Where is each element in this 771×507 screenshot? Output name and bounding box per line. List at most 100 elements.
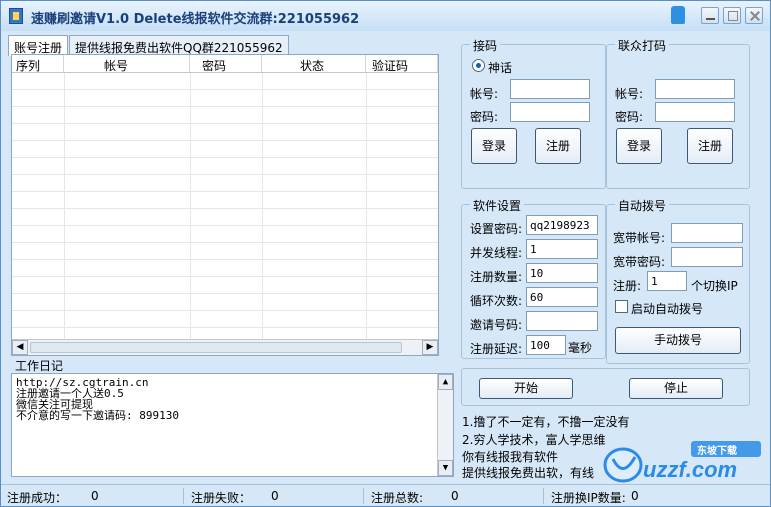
tab-qq-group[interactable]: 提供线报免费出软件QQ群221055962 [69,35,289,55]
shenhua-radio[interactable] [472,59,485,72]
note-line: 你有线报我有软件 [462,450,559,464]
table-row[interactable] [12,73,438,90]
table-row[interactable] [12,124,438,141]
close-button[interactable] [745,7,763,24]
password-label: 密码: [470,110,499,124]
success-value: 0 [91,489,99,503]
account-table[interactable]: 序列 帐号 密码 状态 验证码 ◀ ▶ [11,54,439,356]
sms-register-button[interactable]: 注册 [535,128,581,164]
scroll-right-icon[interactable]: ▶ [422,340,438,355]
table-row[interactable] [12,141,438,158]
threads-input[interactable]: 1 [526,239,598,259]
delay-input[interactable]: 100 [526,335,566,355]
invite-code-input[interactable] [526,311,598,331]
table-row[interactable] [12,260,438,277]
actions-group: 开始 停止 [461,368,750,406]
column-header-status[interactable]: 状态 [262,55,366,73]
table-row[interactable] [12,107,438,124]
scrollbar-thumb[interactable] [30,342,402,353]
work-log[interactable]: http://sz.cgtrain.cn 注册邀请一个人送0.5 微信关注可提现… [11,373,454,477]
invite-code-label: 邀请号码: [470,318,523,332]
radio-label: 神话 [488,61,513,75]
auto-dial-checkbox[interactable] [615,300,628,313]
auto-dialup-group: 自动拨号 宽带帐号: 宽带密码: 注册: 1 个切换IP 启动自动拨号 手动拨号 [606,197,750,364]
column-divider [366,73,367,339]
software-settings-group: 软件设置 设置密码: qq2198923 并发线程: 1 注册数量: 10 循环… [461,197,606,359]
scroll-down-icon[interactable]: ▼ [438,460,453,476]
register-per-label: 注册: [613,279,642,293]
fail-label: 注册失败： [191,491,252,505]
captcha-login-button[interactable]: 登录 [616,128,662,164]
group-title: 自动拨号 [615,197,670,214]
main-window: 速赚刷邀请V1.0 Delete线报软件交流群:221055962 账号注册 提… [0,0,771,507]
column-header-captcha[interactable]: 验证码 [366,55,438,73]
switch-ip-label: 注册换IP数量: [551,491,626,505]
table-row[interactable] [12,243,438,260]
column-divider [262,73,263,339]
vertical-scrollbar[interactable]: ▲ ▼ [437,374,453,476]
register-count-input[interactable]: 10 [526,263,598,283]
app-icon [9,8,23,24]
sms-password-input[interactable] [510,102,590,122]
captcha-account-input[interactable] [655,79,735,99]
table-row[interactable] [12,311,438,328]
stop-button[interactable]: 停止 [629,378,723,399]
scroll-left-icon[interactable]: ◀ [12,340,28,355]
auto-dial-label: 启动自动拨号 [631,302,704,316]
table-body [12,73,438,345]
sms-account-input[interactable] [510,79,590,99]
switch-ip-value: 0 [631,489,639,503]
column-header-account[interactable]: 帐号 [64,55,190,73]
maximize-button[interactable] [723,7,741,24]
manual-dial-button[interactable]: 手动拨号 [615,327,741,354]
table-row[interactable] [12,277,438,294]
total-label: 注册总数: [371,491,424,505]
table-row[interactable] [12,192,438,209]
delay-unit: 毫秒 [568,341,593,355]
success-label: 注册成功： [7,491,68,505]
column-divider [190,73,191,339]
threads-label: 并发线程: [470,246,523,260]
watermark-logo: 东坡下载 uzzf.com [601,439,771,487]
set-password-input[interactable]: qq2198923 [526,215,598,235]
captcha-register-button[interactable]: 注册 [687,128,733,164]
log-line: 不介意的写一下邀请码: 899130 [16,409,179,422]
broadband-password-input[interactable] [671,247,743,267]
table-row[interactable] [12,209,438,226]
status-divider [363,488,364,504]
note-line: 提供线报免费出软，有线 [462,466,595,480]
table-row[interactable] [12,158,438,175]
horizontal-scrollbar[interactable]: ◀ ▶ [12,339,438,355]
log-title: 工作日记 [15,359,64,373]
tab-account-register[interactable]: 账号注册 [8,35,69,56]
window-title: 速赚刷邀请V1.0 Delete线报软件交流群:221055962 [31,12,360,27]
watermark-brand: uzzf.com [643,457,738,482]
group-title: 接码 [470,37,501,54]
minimize-button[interactable] [701,7,719,24]
switch-ip-suffix: 个切换IP [691,279,738,293]
account-label: 帐号: [615,87,644,101]
delay-label: 注册延迟: [470,342,523,356]
sms-login-button[interactable]: 登录 [471,128,517,164]
title-bar[interactable]: 速赚刷邀请V1.0 Delete线报软件交流群:221055962 [1,1,770,31]
note-line: 2.穷人学技术，富人学思维 [462,433,606,447]
table-row[interactable] [12,294,438,311]
note-line: 1.撸了不一定有，不撸一定没有 [462,415,630,429]
broadband-account-input[interactable] [671,223,743,243]
start-button[interactable]: 开始 [479,378,573,399]
skin-icon[interactable] [671,6,685,24]
account-label: 帐号: [470,87,499,101]
column-header-password[interactable]: 密码 [190,55,262,73]
register-count-label: 注册数量: [470,270,523,284]
table-row[interactable] [12,175,438,192]
fail-value: 0 [271,489,279,503]
column-header-index[interactable]: 序列 [12,55,64,73]
captcha-password-input[interactable] [655,102,735,122]
password-label: 密码: [615,110,644,124]
switch-count-input[interactable]: 1 [647,271,687,291]
scroll-up-icon[interactable]: ▲ [438,374,453,390]
table-row[interactable] [12,226,438,243]
table-row[interactable] [12,90,438,107]
broadband-password-label: 宽带密码: [613,255,666,269]
loop-count-input[interactable]: 60 [526,287,598,307]
